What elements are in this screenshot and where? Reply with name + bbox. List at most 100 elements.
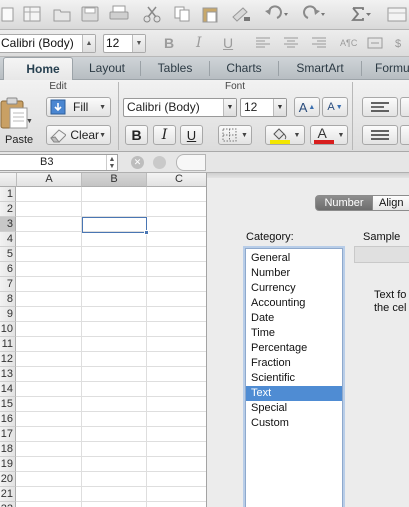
ribbon-font-name-combo[interactable]: Calibri (Body) ▼: [123, 98, 237, 117]
formula-input[interactable]: [176, 154, 206, 171]
row-header[interactable]: 17: [0, 427, 16, 442]
column-header-c[interactable]: C: [147, 173, 206, 187]
tab-charts[interactable]: Charts: [211, 57, 277, 80]
row-header[interactable]: 14: [0, 382, 16, 397]
category-item-general[interactable]: General: [246, 251, 342, 266]
tab-alignment[interactable]: Align: [373, 195, 409, 211]
selected-cell-b3[interactable]: [82, 217, 147, 233]
print-icon[interactable]: [106, 3, 132, 25]
column-header-b[interactable]: B: [82, 173, 147, 187]
row-header[interactable]: 22: [0, 502, 16, 507]
highlight-color-button[interactable]: ▼: [265, 125, 305, 145]
align-left-icon[interactable]: [252, 32, 274, 54]
paste-button[interactable]: Paste ▼: [0, 96, 34, 150]
currency-icon[interactable]: $: [390, 32, 409, 54]
bold-button[interactable]: B: [164, 35, 174, 51]
category-item-date[interactable]: Date: [246, 311, 342, 326]
cut-icon[interactable]: [140, 3, 164, 25]
row-header[interactable]: 19: [0, 457, 16, 472]
stepper-icon[interactable]: ▲ ▼: [106, 155, 117, 170]
sort-icon[interactable]: [384, 3, 409, 25]
align-center-button[interactable]: [400, 97, 409, 117]
font-color-button[interactable]: A ▼: [310, 125, 348, 145]
chevron-down-icon[interactable]: ▼: [132, 35, 145, 52]
copy-icon[interactable]: [170, 3, 194, 25]
format-painter-icon[interactable]: [228, 3, 254, 25]
borders-button[interactable]: ▼: [218, 125, 252, 145]
row-header[interactable]: 6: [0, 262, 16, 277]
category-item-special[interactable]: Special: [246, 401, 342, 416]
tab-number[interactable]: Number: [315, 195, 373, 211]
row-header[interactable]: 7: [0, 277, 16, 292]
grow-font-button[interactable]: A ▲: [294, 97, 320, 117]
chevron-down-icon[interactable]: ▼: [273, 99, 286, 116]
category-item-scientific[interactable]: Scientific: [246, 371, 342, 386]
align-right-button[interactable]: [400, 125, 409, 145]
row-header[interactable]: 8: [0, 292, 16, 307]
row-header[interactable]: 4: [0, 232, 16, 247]
column-header-a[interactable]: A: [17, 173, 82, 187]
row-header[interactable]: 1: [0, 187, 16, 202]
bold-button[interactable]: B: [125, 125, 148, 145]
wrap-text-button[interactable]: A¶C: [340, 38, 357, 48]
category-item-percentage[interactable]: Percentage: [246, 341, 342, 356]
row-header[interactable]: 20: [0, 472, 16, 487]
tab-tables[interactable]: Tables: [142, 57, 208, 80]
autosum-icon[interactable]: [348, 3, 374, 25]
italic-button[interactable]: I: [196, 35, 202, 51]
select-all-corner[interactable]: [0, 173, 17, 187]
row-header[interactable]: 3: [0, 217, 16, 232]
category-item-number[interactable]: Number: [246, 266, 342, 281]
merge-cells-icon[interactable]: [364, 32, 386, 54]
row-header[interactable]: 2: [0, 202, 16, 217]
ribbon-font-size-combo[interactable]: 12 ▼: [240, 98, 287, 117]
clear-button[interactable]: Clear ▼: [46, 125, 111, 145]
font-name-combo[interactable]: Calibri (Body) ▲: [0, 34, 96, 53]
enter-formula-icon[interactable]: [153, 156, 166, 169]
align-left-button[interactable]: [362, 97, 398, 117]
fill-button[interactable]: Fill ▼: [46, 97, 111, 117]
category-list[interactable]: General Number Currency Accounting Date Time P…: [245, 248, 343, 507]
row-header[interactable]: 10: [0, 322, 16, 337]
save-icon[interactable]: [78, 3, 102, 25]
cancel-formula-icon[interactable]: ✕: [131, 156, 144, 169]
fill-handle[interactable]: [144, 230, 149, 235]
row-header[interactable]: 9: [0, 307, 16, 322]
undo-icon[interactable]: [262, 3, 292, 25]
tab-smartart[interactable]: SmartArt: [280, 57, 360, 80]
font-size-combo[interactable]: 12 ▼: [103, 34, 146, 53]
tab-home[interactable]: Home: [3, 57, 73, 81]
row-header[interactable]: 13: [0, 367, 16, 382]
row-header[interactable]: 21: [0, 487, 16, 502]
category-item-accounting[interactable]: Accounting: [246, 296, 342, 311]
row-header[interactable]: 16: [0, 412, 16, 427]
templates-icon[interactable]: [20, 3, 44, 25]
italic-button[interactable]: I: [153, 125, 176, 145]
row-header[interactable]: 5: [0, 247, 16, 262]
underline-button[interactable]: U: [223, 35, 233, 51]
align-left-indent-button[interactable]: [362, 125, 398, 145]
row-header[interactable]: 15: [0, 397, 16, 412]
category-item-custom[interactable]: Custom: [246, 416, 342, 431]
align-center-icon[interactable]: [280, 32, 302, 54]
row-header[interactable]: 18: [0, 442, 16, 457]
category-item-text[interactable]: Text: [246, 386, 342, 401]
row-header[interactable]: 11: [0, 337, 16, 352]
category-item-currency[interactable]: Currency: [246, 281, 342, 296]
chevron-down-icon[interactable]: ▲: [82, 35, 95, 52]
align-right-icon[interactable]: [308, 32, 330, 54]
category-item-fraction[interactable]: Fraction: [246, 356, 342, 371]
redo-icon[interactable]: [298, 3, 330, 25]
name-box[interactable]: B3 ▲ ▼: [0, 154, 118, 171]
row-header[interactable]: 12: [0, 352, 16, 367]
tab-layout[interactable]: Layout: [75, 57, 139, 80]
chevron-down-icon[interactable]: ▼: [223, 99, 236, 116]
open-icon[interactable]: [50, 3, 74, 25]
tab-formulas[interactable]: Formu: [365, 57, 409, 80]
category-item-time[interactable]: Time: [246, 326, 342, 341]
new-workbook-icon[interactable]: [0, 3, 16, 25]
paste-icon[interactable]: [198, 3, 222, 25]
underline-button[interactable]: U: [180, 125, 203, 145]
shrink-font-button[interactable]: A ▼: [322, 97, 348, 117]
worksheet-grid[interactable]: A B C 1234567891011121314151617181920212…: [0, 173, 206, 507]
